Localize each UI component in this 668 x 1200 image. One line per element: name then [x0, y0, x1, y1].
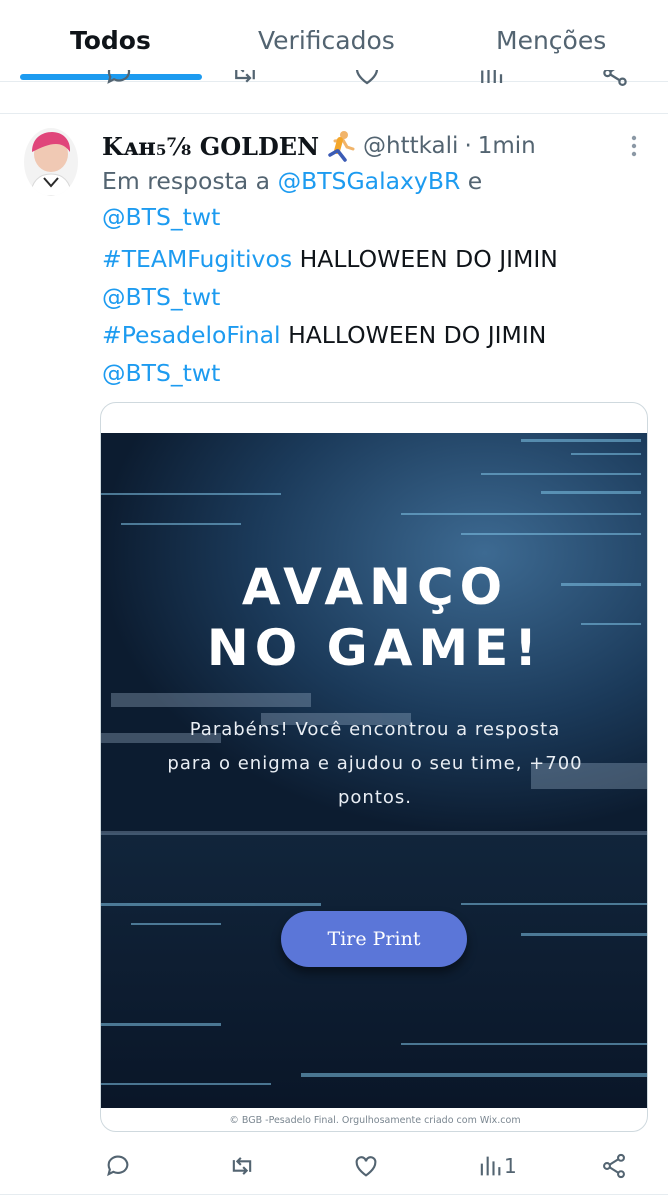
tweet-divider	[0, 113, 668, 114]
game-title-line-1: AVANÇO	[241, 558, 509, 616]
like-icon[interactable]	[352, 70, 382, 88]
mention[interactable]: @BTS_twt	[102, 359, 220, 387]
runner-emoji-icon	[328, 131, 355, 162]
user-handle[interactable]: @httkali	[363, 133, 458, 159]
media-footer-text: © BGB -Pesadelo Final. Orgulhosamente cr…	[229, 1115, 521, 1126]
tab-verificados[interactable]: Verificados	[258, 26, 395, 55]
reply-mention-1[interactable]: @BTSGalaxyBR	[278, 167, 461, 195]
tweet-text-line: #PesadeloFinal HALLOWEEN DO JIMIN	[102, 317, 546, 353]
tire-print-button[interactable]: Tire Print	[281, 911, 467, 967]
game-message-line-2: para o enigma e ajudou o seu time, +700	[167, 753, 583, 774]
reply-and: e	[467, 167, 483, 195]
views-count: 1	[504, 1154, 517, 1178]
tweet-time[interactable]: 1min	[478, 133, 536, 159]
retweet-icon	[232, 1157, 252, 1175]
game-message-line-1: Parabéns! Você encontrou a resposta	[189, 719, 561, 740]
tweet-text: HALLOWEEN DO JIMIN	[299, 245, 558, 273]
retweet-button[interactable]	[228, 1150, 256, 1182]
reply-mention-2[interactable]: @BTS_twt	[102, 203, 220, 231]
like-button[interactable]	[352, 1150, 380, 1182]
retweet-icon[interactable]	[230, 70, 260, 88]
reply-icon[interactable]	[104, 70, 134, 88]
hashtag[interactable]: #PesadeloFinal	[102, 321, 281, 349]
share-icon[interactable]	[600, 70, 630, 88]
reply-context-line-2: @BTS_twt	[102, 199, 220, 235]
share-button[interactable]	[600, 1150, 628, 1182]
reply-icon	[107, 1155, 129, 1177]
avatar[interactable]	[24, 128, 78, 196]
reply-button[interactable]	[104, 1150, 132, 1182]
tweet-text-line: @BTS_twt	[102, 355, 220, 391]
reply-prefix: Em resposta a	[102, 167, 271, 195]
tweet-text-line: #TEAMFugitivos HALLOWEEN DO JIMIN	[102, 241, 558, 277]
like-icon	[355, 1156, 377, 1177]
display-name[interactable]: Kᴀн₅⁷⁄₈ GOLDEN	[102, 132, 319, 161]
views-button[interactable]: 1	[476, 1150, 517, 1182]
more-icon[interactable]	[626, 134, 642, 158]
tweet-media-card[interactable]: AVANÇO NO GAME! Parabéns! Você encontrou…	[100, 402, 648, 1132]
views-icon[interactable]	[476, 70, 506, 88]
previous-tweet-actions	[0, 70, 668, 96]
mention[interactable]: @BTS_twt	[102, 283, 220, 311]
game-title-line-2: NO GAME!	[206, 619, 544, 677]
tab-mencoes[interactable]: Menções	[496, 26, 606, 55]
media-image[interactable]: AVANÇO NO GAME! Parabéns! Você encontrou…	[101, 433, 647, 1108]
reply-context: Em resposta a @BTSGalaxyBR e	[102, 163, 482, 199]
tweet-text: HALLOWEEN DO JIMIN	[288, 321, 547, 349]
hashtag[interactable]: #TEAMFugitivos	[102, 245, 292, 273]
tweet-text-line: @BTS_twt	[102, 279, 220, 315]
bottom-divider	[0, 1194, 668, 1195]
tweet-header: Kᴀн₅⁷⁄₈ GOLDEN @httkali · 1min	[102, 126, 536, 166]
views-icon	[480, 1156, 501, 1176]
game-message-line-3: pontos.	[337, 787, 413, 808]
separator-dot: ·	[464, 133, 472, 159]
share-icon	[603, 1153, 625, 1179]
tab-todos[interactable]: Todos	[70, 26, 151, 55]
tweet-actions: 1	[0, 1146, 668, 1186]
